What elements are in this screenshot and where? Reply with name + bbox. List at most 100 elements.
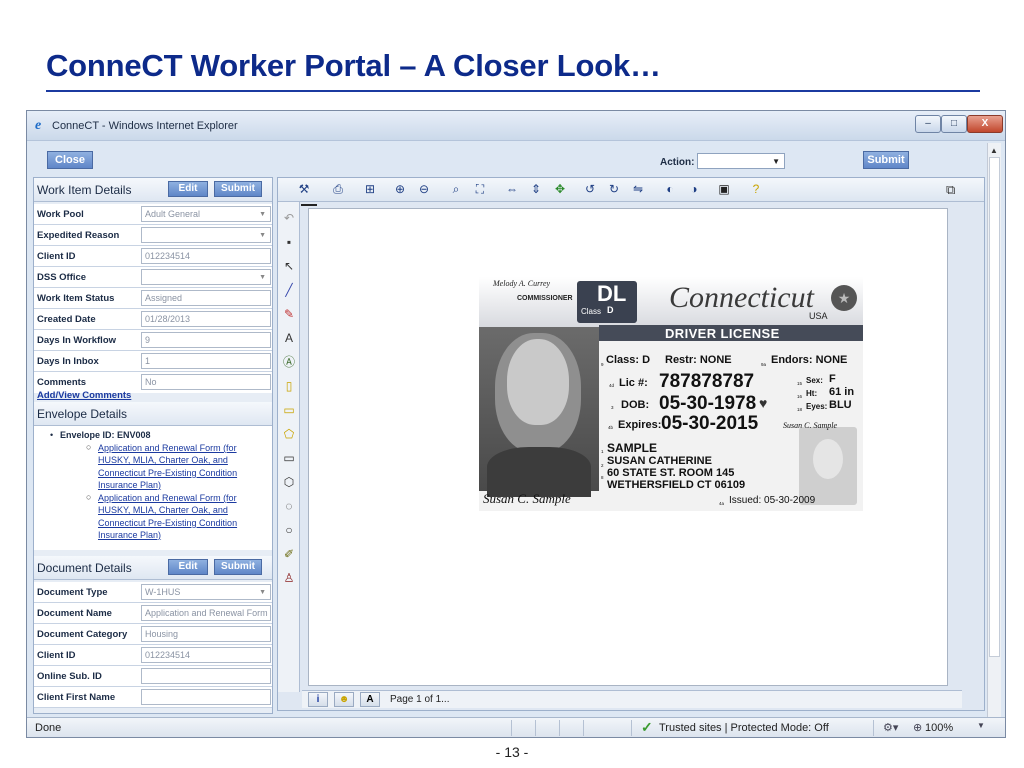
window-title: ConneCT - Windows Internet Explorer <box>52 120 238 132</box>
document-category-field[interactable]: Housing <box>141 626 271 642</box>
field-client-id: Client ID 012234514 <box>34 246 272 267</box>
field-expedited-reason: Expedited Reason ▼ <box>34 225 272 246</box>
security-zone[interactable]: Trusted sites | Protected Mode: Off <box>659 722 829 734</box>
online-sub-id-field[interactable] <box>141 668 271 684</box>
field-doc-client-id: Client ID 012234514 <box>34 645 272 666</box>
document-type-select[interactable]: W-1HUS ▼ <box>141 584 271 600</box>
created-date-field[interactable]: 01/28/2013 <box>141 311 271 327</box>
adjust-icon[interactable]: ◑ <box>686 181 702 197</box>
help-icon[interactable]: ? <box>748 181 764 197</box>
rectangle-icon[interactable]: ▭ <box>281 450 297 466</box>
fit-height-icon[interactable]: ⇕ <box>528 181 544 197</box>
polygon-highlight-icon[interactable]: ⬠ <box>281 426 297 442</box>
state-seal-icon: ★ <box>831 285 857 311</box>
date-of-birth: 05-30-1978 <box>659 393 757 414</box>
driver-license-image: Melody A. Currey COMMISSIONER DL Class D… <box>479 277 863 511</box>
line-icon[interactable]: ╱ <box>281 282 297 298</box>
text-icon[interactable]: A <box>281 330 297 346</box>
work-pool-select[interactable]: Adult General ▼ <box>141 206 271 222</box>
tools-icon[interactable]: ⚒ <box>296 181 312 197</box>
work-item-edit-button[interactable]: Edit <box>168 181 208 197</box>
stamp-icon[interactable]: ♙ <box>281 570 297 586</box>
window-titlebar: e ConneCT - Windows Internet Explorer – … <box>27 111 1005 141</box>
chevron-down-icon: ▼ <box>772 157 780 166</box>
work-item-header: Work Item Details Edit Submit <box>34 178 272 202</box>
close-button[interactable]: Close <box>47 151 93 169</box>
zoom-fit-icon[interactable]: ⌕ <box>448 181 464 197</box>
chevron-down-icon: ▼ <box>259 211 266 218</box>
submit-button[interactable]: Submit <box>863 151 909 169</box>
document-edit-button[interactable]: Edit <box>168 559 208 575</box>
status-divider <box>583 720 584 736</box>
field-label: Work Pool <box>37 209 84 220</box>
chevron-down-icon[interactable]: ▼ <box>977 721 985 730</box>
save-icon[interactable]: ▪ <box>281 234 297 250</box>
highlight-icon[interactable]: ▭ <box>281 402 297 418</box>
class-line: Class: D <box>606 354 651 366</box>
height-value: 61 in <box>829 386 855 398</box>
close-window-button[interactable]: X <box>967 115 1003 133</box>
days-in-workflow-field[interactable]: 9 <box>141 332 271 348</box>
freeform-icon[interactable]: ◌ <box>281 498 297 514</box>
text-box-icon[interactable]: Ⓐ <box>281 354 297 370</box>
details-panel: Work Item Details Edit Submit Work Pool … <box>33 177 273 714</box>
note-icon[interactable]: ▯ <box>281 378 297 394</box>
pan-icon[interactable]: ✥ <box>552 181 568 197</box>
sex-value: F <box>829 373 836 385</box>
pin-icon[interactable]: ✎ <box>281 306 297 322</box>
days-in-inbox-field[interactable]: 1 <box>141 353 271 369</box>
thumbnail-icon[interactable]: ☻ <box>334 692 354 707</box>
fit-page-icon[interactable]: ⛶ <box>472 181 488 197</box>
protected-mode-icon[interactable]: ⚙▾ <box>883 721 898 734</box>
envelope-document-link[interactable]: Application and Renewal Form (for HUSKY,… <box>98 492 268 541</box>
field-document-type: Document Type W-1HUS ▼ <box>34 582 272 603</box>
work-item-submit-button[interactable]: Submit <box>214 181 262 197</box>
client-first-name-field[interactable] <box>141 689 271 705</box>
field-work-pool: Work Pool Adult General ▼ <box>34 204 272 225</box>
info-button[interactable]: i <box>308 692 328 707</box>
expedited-reason-select[interactable]: ▼ <box>141 227 271 243</box>
heart-icon: ♥ <box>759 395 768 411</box>
ellipse-icon[interactable]: ○ <box>281 522 297 538</box>
client-id-field[interactable]: 012234514 <box>141 248 271 264</box>
page-scrollbar[interactable]: ▲ ▼ <box>987 143 1001 735</box>
flip-icon[interactable]: ⇋ <box>630 181 646 197</box>
action-select[interactable]: ▼ <box>697 153 785 169</box>
comments-field[interactable]: No <box>141 374 271 390</box>
maximize-button[interactable]: □ <box>941 115 967 133</box>
crop-icon[interactable]: ▣ <box>716 181 732 197</box>
eyes-value: BLU <box>829 399 852 411</box>
restore-window-icon[interactable]: ⧉ <box>946 182 955 198</box>
zoom-area-icon[interactable]: ⊞ <box>362 181 378 197</box>
zoom-in-icon[interactable]: ⊕ <box>392 181 408 197</box>
field-label: Comments <box>37 377 87 388</box>
dss-office-select[interactable]: ▼ <box>141 269 271 285</box>
envelope-body: • Envelope ID: ENV008 ○ Application and … <box>34 426 272 550</box>
document-page[interactable]: Melody A. Currey COMMISSIONER DL Class D… <box>308 208 948 686</box>
fit-width-icon[interactable]: ⇔ <box>504 181 520 197</box>
zoom-level[interactable]: 100% <box>925 722 953 734</box>
work-item-status-field[interactable]: Assigned <box>141 290 271 306</box>
pen-icon[interactable]: ✐ <box>281 546 297 562</box>
envelope-document-link[interactable]: Application and Renewal Form (for HUSKY,… <box>98 442 268 491</box>
scrollbar-thumb[interactable] <box>989 157 1000 657</box>
annotation-text-button[interactable]: A <box>360 692 380 707</box>
polygon-icon[interactable]: ⬡ <box>281 474 297 490</box>
scroll-up-icon[interactable]: ▲ <box>990 146 998 155</box>
address-line-2: WETHERSFIELD CT 06109 <box>607 479 746 491</box>
invert-icon[interactable]: ◐ <box>662 181 678 197</box>
add-view-comments-link[interactable]: Add/View Comments <box>37 390 131 401</box>
rotate-right-icon[interactable]: ↻ <box>606 181 622 197</box>
rotate-left-icon[interactable]: ↺ <box>582 181 598 197</box>
field-number: 4a <box>719 501 725 506</box>
document-submit-button[interactable]: Submit <box>214 559 262 575</box>
minimize-button[interactable]: – <box>915 115 941 133</box>
zoom-out-icon[interactable]: ⊖ <box>416 181 432 197</box>
undo-icon[interactable]: ↶ <box>281 210 297 226</box>
print-icon[interactable]: ⎙ <box>330 181 346 197</box>
doc-client-id-field[interactable]: 012234514 <box>141 647 271 663</box>
chevron-down-icon: ▼ <box>259 589 266 596</box>
document-name-field[interactable]: Application and Renewal Form <box>141 605 271 621</box>
browser-statusbar: Done ✓ Trusted sites | Protected Mode: O… <box>27 717 1005 737</box>
pointer-icon[interactable]: ↖ <box>281 258 297 274</box>
